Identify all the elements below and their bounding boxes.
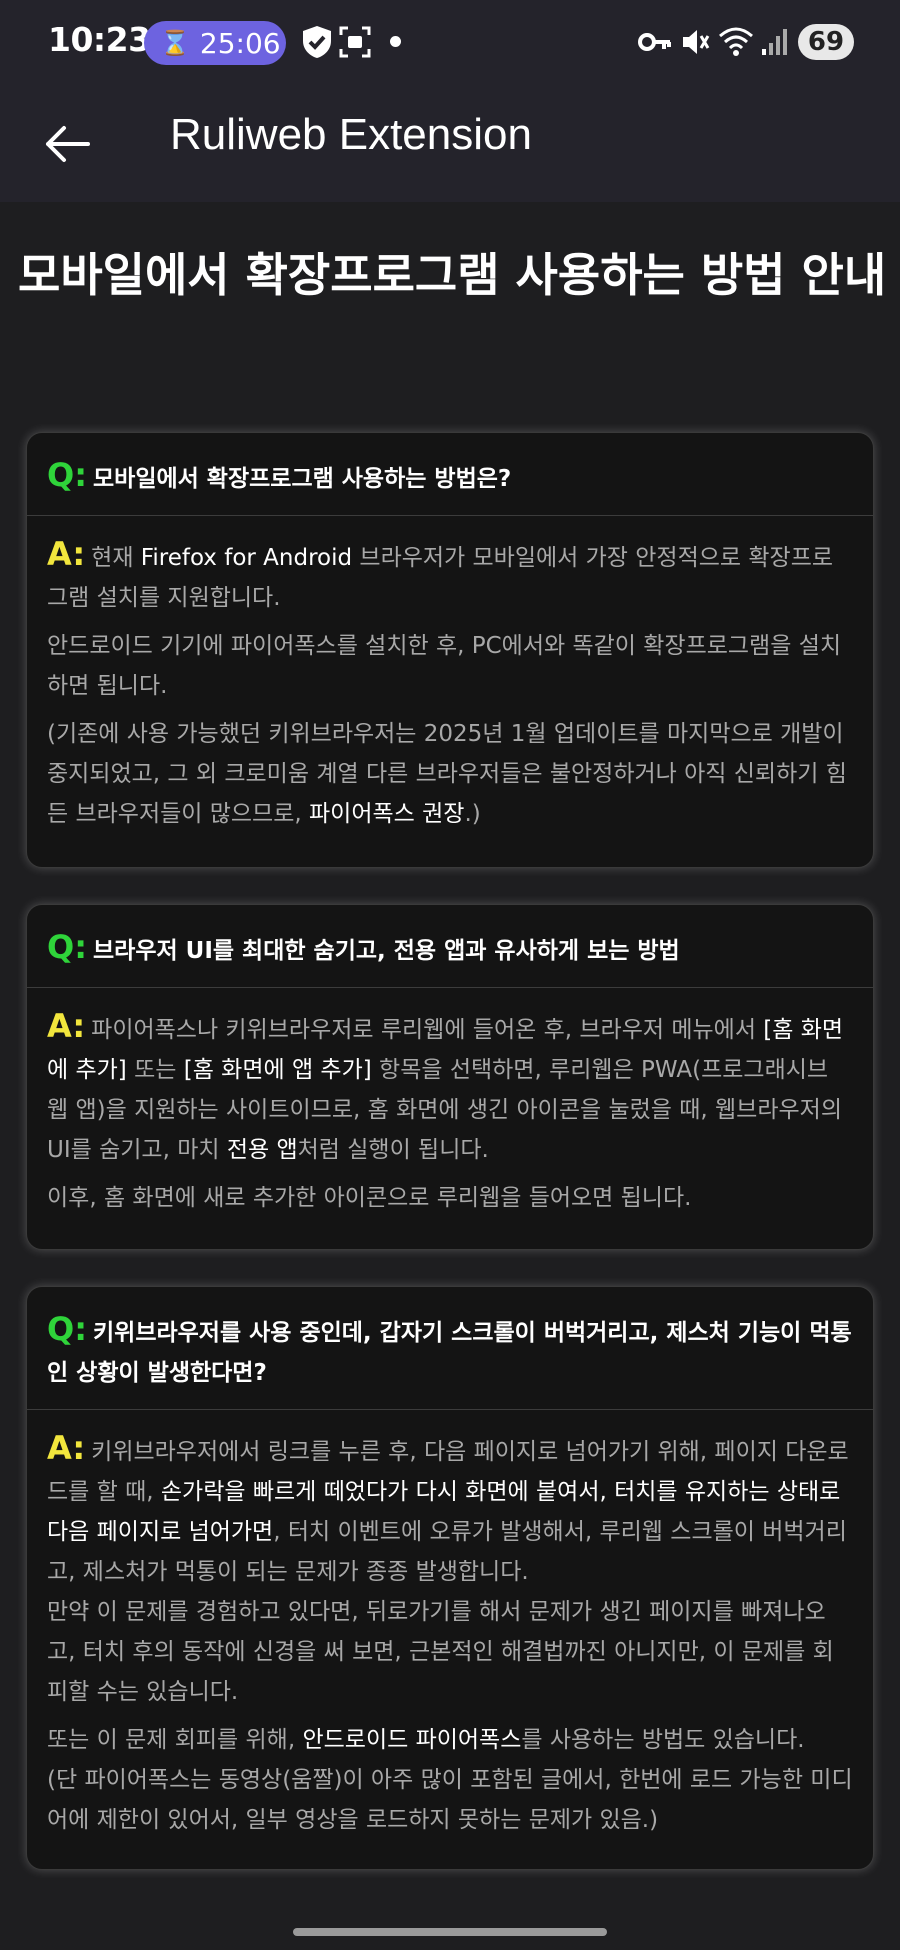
question-text: 브라우저 UI를 최대한 숨기고, 전용 앱과 유사하게 보는 방법: [93, 938, 680, 964]
mute-icon: [680, 24, 710, 60]
a-mark: A:: [47, 535, 86, 573]
notification-dot: [390, 36, 401, 47]
status-time: 10:23: [48, 20, 151, 59]
answer-highlight: 전용 앱: [226, 1137, 298, 1163]
faq-question: Q: 브라우저 UI를 최대한 숨기고, 전용 앱과 유사하게 보는 방법: [27, 905, 873, 988]
answer-text: 현재: [91, 545, 141, 571]
answer-text: 또는: [126, 1057, 184, 1083]
answer-paragraph: 이후, 홈 화면에 새로 추가한 아이콘으로 루리웹을 들어오면 됩니다.: [47, 1185, 692, 1211]
faq-answer: A: 키위브라우저에서 링크를 누른 후, 다음 페이지로 넘어가기 위해, 페이…: [27, 1410, 873, 1856]
faq-question: Q: 모바일에서 확장프로그램 사용하는 방법은?: [27, 433, 873, 516]
page-title: 모바일에서 확장프로그램 사용하는 방법 안내: [18, 248, 887, 302]
faq-card: Q: 키위브라우저를 사용 중인데, 갑자기 스크롤이 버벅거리고, 제스처 기능…: [26, 1286, 874, 1870]
faq-answer: A: 파이어폭스나 키위브라우저로 루리웹에 들어온 후, 브라우저 메뉴에서 […: [27, 988, 873, 1234]
answer-paragraph: 만약 이 문제를 경험하고 있다면, 뒤로가기를 해서 문제가 생긴 페이지를 …: [47, 1599, 834, 1705]
hourglass-icon: ⌛: [160, 29, 190, 57]
answer-text: 처럼 실행이 됩니다.: [297, 1137, 489, 1163]
status-bar: 10:23 ⌛ 25:06 69: [0, 0, 900, 84]
answer-paragraph: 안드로이드 기기에 파이어폭스를 설치한 후, PC에서와 똑같이 확장프로그램…: [47, 633, 842, 699]
battery-indicator: 69: [798, 24, 854, 60]
answer-highlight: 안드로이드 파이어폭스: [302, 1727, 522, 1753]
faq-card: Q: 브라우저 UI를 최대한 숨기고, 전용 앱과 유사하게 보는 방법 A: 파…: [26, 904, 874, 1250]
a-mark: A:: [47, 1007, 86, 1045]
q-mark: Q:: [47, 928, 87, 966]
q-mark: Q:: [47, 456, 87, 494]
arrow-left-icon: [46, 126, 90, 162]
shield-check-icon: [300, 24, 334, 60]
question-text: 키위브라우저를 사용 중인데, 갑자기 스크롤이 버벅거리고, 제스처 기능이 …: [47, 1320, 852, 1386]
timer-value: 25:06: [199, 26, 281, 60]
app-title: Ruliweb Extension: [170, 110, 532, 159]
answer-text: 또는 이 문제 회피를 위해,: [47, 1727, 303, 1753]
q-mark: Q:: [47, 1310, 87, 1348]
faq-question: Q: 키위브라우저를 사용 중인데, 갑자기 스크롤이 버벅거리고, 제스처 기능…: [27, 1287, 873, 1410]
app-bar: Ruliweb Extension: [0, 84, 900, 202]
answer-text: 를 사용하는 방법도 있습니다.: [521, 1727, 805, 1753]
answer-text: .): [464, 801, 481, 827]
answer-highlight: 파이어폭스 권장: [309, 801, 465, 827]
signal-icon: [760, 24, 788, 60]
back-button[interactable]: [36, 114, 96, 174]
vpn-key-icon: [638, 24, 672, 60]
answer-highlight: Firefox for Android: [140, 545, 353, 571]
gesture-home-bar[interactable]: [293, 1928, 607, 1936]
main-content: 모바일에서 확장프로그램 사용하는 방법 안내 Q: 모바일에서 확장프로그램 사…: [0, 202, 900, 1950]
focus-timer-chip[interactable]: ⌛ 25:06: [144, 21, 286, 65]
answer-highlight: [홈 화면에 앱 추가]: [183, 1057, 372, 1083]
a-mark: A:: [47, 1429, 86, 1467]
faq-answer: A: 현재 Firefox for Android 브라우저가 모바일에서 가장 …: [27, 516, 873, 850]
answer-paragraph: (단 파이어폭스는 동영상(움짤)이 아주 많이 포함된 글에서, 한번에 로드…: [47, 1767, 853, 1833]
wifi-icon: [718, 24, 754, 60]
question-text: 모바일에서 확장프로그램 사용하는 방법은?: [93, 466, 512, 492]
answer-text: 파이어폭스나 키위브라우저로 루리웹에 들어온 후, 브라우저 메뉴에서: [91, 1017, 764, 1043]
screenshot-icon: [338, 24, 372, 60]
faq-card: Q: 모바일에서 확장프로그램 사용하는 방법은? A: 현재 Firefox fo…: [26, 432, 874, 868]
